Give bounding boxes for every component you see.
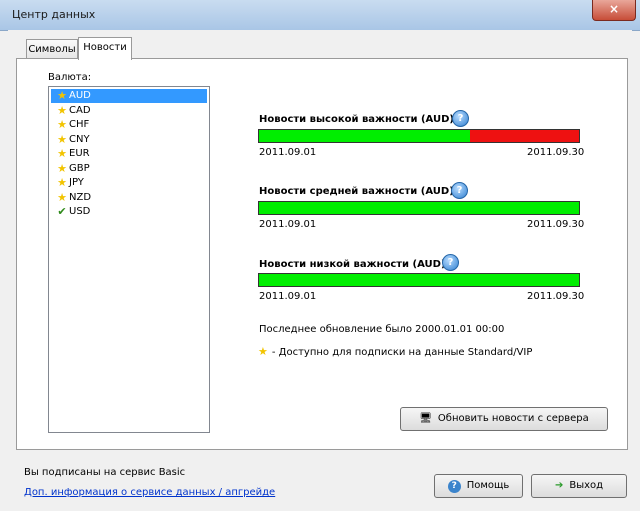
computer-icon: 🖥 <box>419 413 432 424</box>
high-news-end-date: 2011.09.30 <box>527 147 585 158</box>
window-title: Центр данных <box>12 8 96 21</box>
list-item[interactable]: ★ JPY <box>51 176 207 190</box>
exit-door-icon: ➔ <box>554 480 564 491</box>
list-item[interactable]: ★ AUD <box>51 89 207 103</box>
help-icon[interactable]: ? <box>442 254 459 271</box>
medium-news-start-date: 2011.09.01 <box>259 219 317 230</box>
star-icon: ★ <box>57 118 67 131</box>
legend: ★ - Доступно для подписки на данные Stand… <box>258 345 532 358</box>
currency-code: GBP <box>69 163 90 174</box>
high-news-start-date: 2011.09.01 <box>259 147 317 158</box>
currency-code: JPY <box>69 177 84 188</box>
low-news-start-date: 2011.09.01 <box>259 291 317 302</box>
star-icon: ★ <box>57 104 67 117</box>
help-icon[interactable]: ? <box>451 182 468 199</box>
title-bar[interactable]: Центр данных × <box>0 0 640 31</box>
high-news-title: Новости высокой важности (AUD): <box>259 114 458 125</box>
exit-button-label: Выход <box>569 480 604 491</box>
star-icon: ★ <box>57 191 67 204</box>
low-news-end-date: 2011.09.30 <box>527 291 585 302</box>
list-item[interactable]: ★ CHF <box>51 118 207 132</box>
low-news-title: Новости низкой важности (AUD): <box>259 259 450 270</box>
list-item[interactable]: ★ CAD <box>51 104 207 118</box>
list-item[interactable]: ★ CNY <box>51 133 207 147</box>
star-icon: ★ <box>57 176 67 189</box>
refresh-news-button[interactable]: 🖥 Обновить новости с сервера <box>400 407 608 431</box>
exit-button[interactable]: ➔ Выход <box>531 474 627 498</box>
close-button[interactable]: × <box>592 0 636 21</box>
currency-code: EUR <box>69 148 90 159</box>
data-service-info-link[interactable]: Доп. информация о сервисе данных / апгре… <box>24 487 275 498</box>
currency-code: CNY <box>69 134 90 145</box>
help-button[interactable]: ? Помощь <box>434 474 523 498</box>
help-button-label: Помощь <box>466 480 510 491</box>
list-item[interactable]: ★ GBP <box>51 162 207 176</box>
high-news-bar-missing <box>470 130 579 142</box>
list-item[interactable]: ✔ USD <box>51 205 207 219</box>
help-icon: ? <box>447 480 461 493</box>
currency-code: CHF <box>69 119 90 130</box>
tab-symbols[interactable]: Символы <box>26 39 78 60</box>
medium-news-end-date: 2011.09.30 <box>527 219 585 230</box>
list-item[interactable]: ★ NZD <box>51 191 207 205</box>
currency-label: Валюта: <box>48 72 92 83</box>
star-icon: ★ <box>57 147 67 160</box>
help-icon[interactable]: ? <box>452 110 469 127</box>
currency-list[interactable]: ★ AUD ★ CAD ★ CHF ★ CNY ★ EUR ★ GBP ★ JP… <box>48 86 210 433</box>
star-icon: ★ <box>57 89 67 102</box>
low-news-bar <box>258 273 580 287</box>
subscription-status: Вы подписаны на сервис Basic <box>24 467 186 478</box>
currency-code: CAD <box>69 105 91 116</box>
medium-news-bar <box>258 201 580 215</box>
data-center-window: Центр данных × Символы Новости Валюта: ★… <box>0 0 640 511</box>
star-icon: ★ <box>258 345 268 358</box>
tab-news[interactable]: Новости <box>78 37 132 60</box>
last-update-text: Последнее обновление было 2000.01.01 00:… <box>259 324 505 335</box>
star-icon: ★ <box>57 162 67 175</box>
refresh-news-label: Обновить новости с сервера <box>437 413 589 424</box>
legend-text: - Доступно для подписки на данные Standa… <box>271 347 533 358</box>
medium-news-title: Новости средней важности (AUD): <box>259 186 458 197</box>
check-icon: ✔ <box>57 205 67 218</box>
currency-code: NZD <box>69 192 92 203</box>
high-news-bar <box>258 129 580 143</box>
star-icon: ★ <box>57 133 67 146</box>
currency-code: USD <box>69 206 91 217</box>
currency-code: AUD <box>69 90 91 101</box>
list-item[interactable]: ★ EUR <box>51 147 207 161</box>
